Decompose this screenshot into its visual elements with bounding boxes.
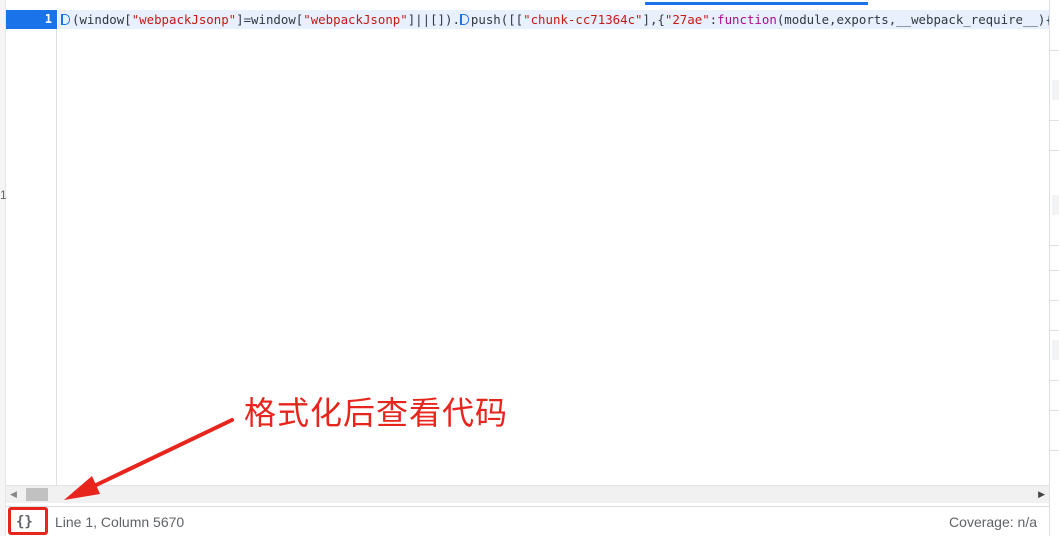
devtools-sources-panel: 1 1 (window["webpackJsonp"]=window["webp… bbox=[0, 0, 1059, 536]
inline-breakpoint-marker-icon[interactable] bbox=[459, 14, 469, 25]
scrollbar-thumb[interactable] bbox=[26, 488, 48, 501]
right-panel-divider bbox=[1050, 300, 1059, 301]
scroll-left-icon[interactable]: ◀ bbox=[10, 489, 17, 500]
inline-breakpoint-marker-icon[interactable] bbox=[61, 14, 70, 25]
status-bar: {} Line 1, Column 5670 Coverage: n/a bbox=[6, 506, 1049, 536]
code-token: "webpackJsonp" bbox=[303, 12, 408, 27]
right-panel-divider bbox=[1050, 50, 1059, 51]
code-line-text[interactable]: (window["webpackJsonp"]=window["webpackJ… bbox=[58, 10, 1049, 29]
code-token: "27ae" bbox=[664, 12, 710, 27]
code-token: "chunk-cc71364c" bbox=[523, 12, 643, 27]
right-panel-item bbox=[1052, 195, 1059, 215]
code-token: : bbox=[709, 12, 718, 27]
scroll-right-icon[interactable]: ▶ bbox=[1038, 489, 1045, 500]
coverage-status: Coverage: n/a bbox=[949, 514, 1037, 530]
right-panel-divider bbox=[1050, 150, 1059, 151]
line-number[interactable]: 1 bbox=[6, 10, 57, 29]
line-gutter bbox=[6, 10, 57, 485]
right-panel-divider bbox=[1050, 410, 1059, 411]
code-token: function bbox=[717, 12, 777, 27]
active-tab-indicator bbox=[645, 2, 868, 5]
right-panel-divider bbox=[1050, 120, 1059, 121]
code-editor[interactable]: 1 (window["webpackJsonp"]=window["webpac… bbox=[6, 10, 1049, 485]
code-token: ]||[]). bbox=[407, 12, 460, 27]
right-panel-divider bbox=[1050, 270, 1059, 271]
code-token: (window[ bbox=[72, 12, 132, 27]
code-token: (module,exports,__webpack_require__){ bbox=[776, 12, 1049, 27]
horizontal-scrollbar[interactable]: ◀ ▶ bbox=[6, 485, 1049, 503]
code-token: push([[ bbox=[470, 12, 524, 27]
code-line-row[interactable]: 1 (window["webpackJsonp"]=window["webpac… bbox=[6, 10, 1049, 29]
annotation-text: 格式化后查看代码 bbox=[244, 394, 509, 432]
right-panel-edge bbox=[1049, 0, 1059, 536]
code-token: "webpackJsonp" bbox=[131, 12, 237, 27]
right-panel-divider bbox=[1050, 330, 1059, 331]
right-panel-item bbox=[1052, 340, 1059, 360]
right-panel-divider bbox=[1050, 450, 1059, 451]
right-panel-divider bbox=[1050, 380, 1059, 381]
pretty-print-button[interactable]: {} bbox=[16, 509, 33, 535]
code-token: ]=window[ bbox=[236, 12, 304, 27]
cursor-position: Line 1, Column 5670 bbox=[55, 514, 185, 530]
right-panel-item bbox=[1052, 80, 1059, 100]
code-token: ],{ bbox=[642, 12, 665, 27]
right-panel-divider bbox=[1050, 245, 1059, 246]
